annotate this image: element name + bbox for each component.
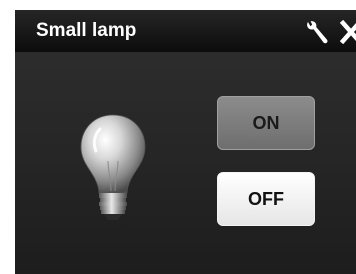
wrench-icon[interactable] — [305, 20, 329, 44]
close-icon[interactable] — [340, 20, 356, 44]
off-button-label: OFF — [248, 188, 284, 209]
on-button-label: ON — [252, 112, 280, 133]
on-button[interactable]: ON — [217, 96, 315, 150]
device-panel: Small lamp ON OFF — [15, 10, 356, 274]
off-button[interactable]: OFF — [217, 172, 315, 226]
title-bar: Small lamp — [15, 10, 356, 52]
page-title: Small lamp — [36, 20, 137, 41]
light-bulb-icon — [80, 114, 146, 220]
